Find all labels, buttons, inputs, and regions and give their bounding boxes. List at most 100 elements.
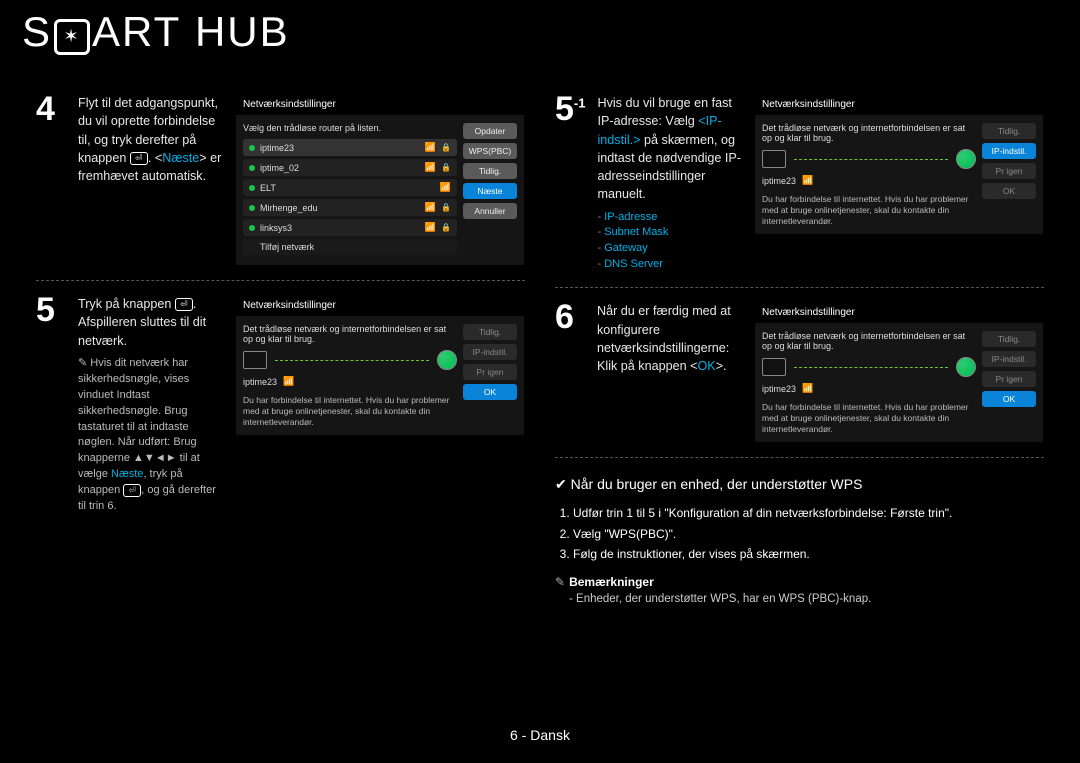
router-item[interactable]: Mirhenge_edu📶🔒 [243,199,457,216]
tv-caption: Det trådløse netværk og internetforbinde… [762,123,976,143]
radio-icon [249,165,255,171]
wifi-icon: 📶 [802,175,813,186]
enter-icon: ⏎ [123,484,141,497]
page-title: S✶ART HUB [22,8,290,59]
radio-icon [249,185,255,191]
ok-button[interactable]: OK [982,391,1036,407]
step-6-number: 6 [555,302,585,333]
ip-address-label: IP-adresse [604,211,657,223]
ip-settings-button[interactable]: IP-indstil. [982,351,1036,367]
lock-icon: 🔒 [441,223,451,232]
step-4: 4 Flyt til det adgangspunkt, du vil opre… [36,80,525,281]
wps-steps: Udfør trin 1 til 5 i "Konfiguration af d… [573,503,1044,564]
notes-body: - Enheder, der understøtter WPS, har en … [569,593,1044,605]
connection-status [762,357,976,377]
step-5-1: 5-1 Hvis du vil bruge en fast IP-adresse… [555,80,1044,288]
notes: ✎Bemærkninger - Enheder, der understøtte… [555,575,1044,605]
step4-post1: . [148,151,155,165]
retry-button[interactable]: Pr igen [463,364,517,380]
status-message: Du har forbindelse til internettet. Hvis… [243,395,457,428]
tv-caption: Det trådløse netværk og internetforbinde… [762,331,976,351]
brand-hub: HUB [195,8,290,55]
link-icon [275,360,429,361]
wps-step-2: Vælg "WPS(PBC)". [573,524,1044,544]
add-network[interactable]: Tilføj netværk [243,239,457,255]
tv-title: Netværksindstillinger [754,302,1044,323]
brand-art: ART [92,8,181,55]
wifi-icon: 📶 [425,142,436,153]
brand-logo-icon: ✶ [54,19,90,55]
prev-button[interactable]: Tidlig. [982,123,1036,139]
step-5-1-number: 5-1 [555,94,585,125]
device-icon [243,351,267,369]
globe-icon [956,149,976,169]
wps-step-3: Følg de instruktioner, der vises på skær… [573,544,1044,564]
retry-button[interactable]: Pr igen [982,371,1036,387]
wps-section: ✔ Når du bruger en enhed, der understøtt… [555,476,1044,604]
wps-heading: ✔ Når du bruger en enhed, der understøtt… [555,476,1044,493]
screenshot-step6: Netværksindstillinger Det trådløse netvæ… [754,302,1044,443]
wps-button[interactable]: WPS(PBC) [463,143,517,159]
step-5-note: ✎ Hvis dit netværk har sikkerhedsnøgle, … [78,356,223,515]
globe-icon [956,357,976,377]
tv-title: Netværksindstillinger [754,94,1044,115]
link-icon [794,159,948,160]
device-icon [762,358,786,376]
prev-button[interactable]: Tidlig. [463,163,517,179]
prev-button[interactable]: Tidlig. [982,331,1036,347]
next-button[interactable]: Næste [463,183,517,199]
connection-status [243,350,457,370]
enter-icon: ⏎ [130,152,148,165]
wifi-icon: 📶 [425,202,436,213]
router-item[interactable]: ELT📶 [243,179,457,196]
wifi-icon: 📶 [425,162,436,173]
tv-caption: Vælg den trådløse router på listen. [243,123,457,133]
network-name: iptime23 [243,377,277,387]
step-6: 6 Når du er færdig med at konfigurere ne… [555,288,1044,458]
status-message: Du har forbindelse til internettet. Hvis… [762,402,976,435]
subnet-label: Subnet Mask [604,226,668,238]
network-name: iptime23 [762,384,796,394]
connection-status [762,149,976,169]
step-5: 5 Tryk på knappen ⏎. Afspilleren sluttes… [36,281,525,529]
wifi-icon: 📶 [802,383,813,394]
tv-title: Netværksindstillinger [235,94,525,115]
gateway-label: Gateway [604,242,647,254]
link-icon [794,367,948,368]
prev-button[interactable]: Tidlig. [463,324,517,340]
network-name: iptime23 [762,176,796,186]
ip-field-list: IP-adresse Subnet Mask Gateway DNS Serve… [597,210,742,274]
tv-caption: Det trådløse netværk og internetforbinde… [243,324,457,344]
wifi-icon: 📶 [283,376,294,387]
step-4-number: 4 [36,94,66,125]
ip-settings-button[interactable]: IP-indstil. [982,143,1036,159]
step-5-number: 5 [36,295,66,326]
step-5-text: Tryk på knappen ⏎. Afspilleren sluttes t… [78,295,223,515]
router-item[interactable]: iptime23📶🔒 [243,139,457,156]
step-4-text: Flyt til det adgangspunkt, du vil oprett… [78,94,223,185]
router-item[interactable]: iptime_02📶🔒 [243,159,457,176]
radio-icon [249,205,255,211]
enter-icon: ⏎ [175,298,193,311]
radio-icon [249,225,255,231]
lock-icon: 🔒 [441,143,451,152]
brand-s: S [22,8,52,55]
device-icon [762,150,786,168]
update-button[interactable]: Opdater [463,123,517,139]
ok-button[interactable]: OK [463,384,517,400]
tv-title: Netværksindstillinger [235,295,525,316]
wifi-icon: 📶 [425,222,436,233]
notes-label: Bemærkninger [569,575,654,589]
ip-settings-button[interactable]: IP-indstil. [463,344,517,360]
cancel-button[interactable]: Annuller [463,203,517,219]
screenshot-step5-1: Netværksindstillinger Det trådløse netvæ… [754,94,1044,235]
ok-button[interactable]: OK [982,183,1036,199]
page-footer: 6 - Dansk [0,727,1080,743]
router-item[interactable]: linksys3📶🔒 [243,219,457,236]
radio-icon [249,145,255,151]
router-list: iptime23📶🔒 iptime_02📶🔒 ELT📶 Mirhenge_edu… [243,139,457,255]
screenshot-step5: Netværksindstillinger Det trådløse netvæ… [235,295,525,436]
step-5-1-text: Hvis du vil bruge en fast IP-adresse: Væ… [597,94,742,273]
step-6-text: Når du er færdig med at konfigurere netv… [597,302,742,375]
retry-button[interactable]: Pr igen [982,163,1036,179]
